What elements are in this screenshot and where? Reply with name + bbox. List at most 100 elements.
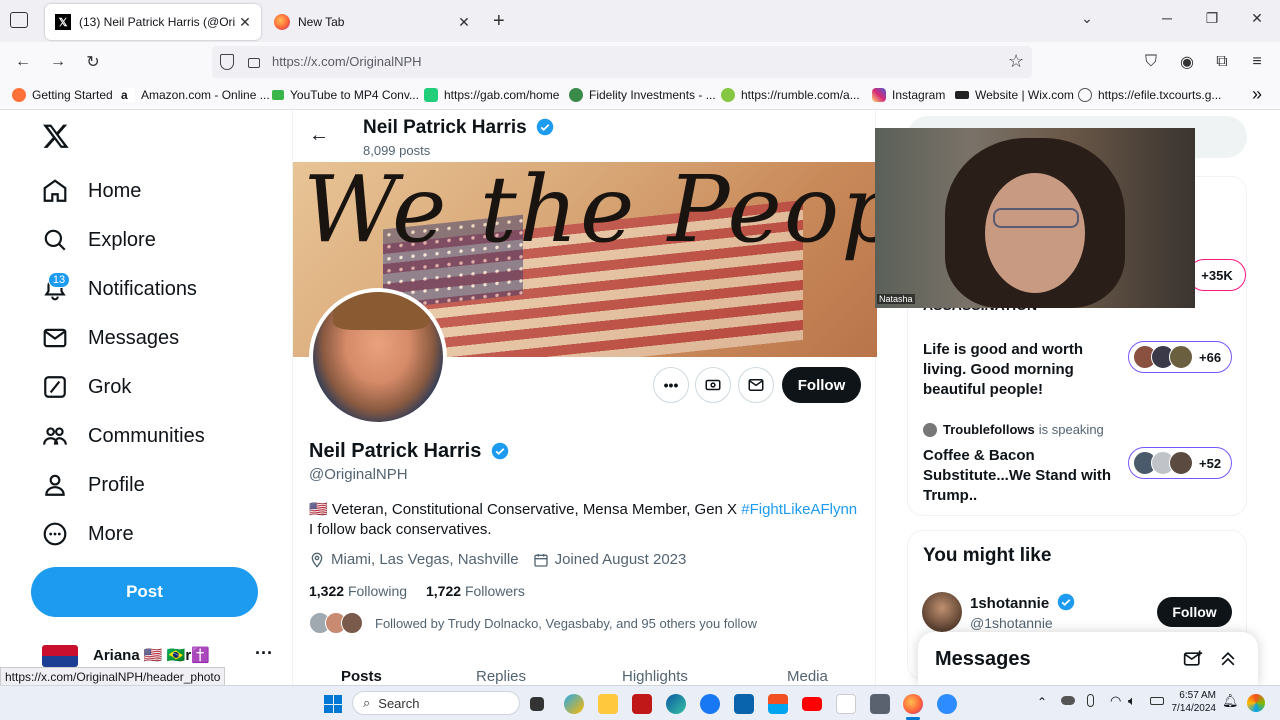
bookmark-item[interactable]: Getting Started — [12, 88, 113, 102]
tray-volume-icon[interactable]: 🔈︎ — [1128, 693, 1136, 709]
following-link[interactable]: 1,322 Following — [309, 583, 407, 599]
space-listeners-pill[interactable]: +52 — [1128, 447, 1232, 479]
facebook-icon[interactable] — [700, 694, 720, 714]
message-button[interactable] — [738, 367, 774, 403]
location-pin-icon — [311, 552, 323, 568]
tab-media[interactable]: Media — [787, 668, 828, 685]
zoom-icon[interactable] — [937, 694, 957, 714]
tray-clock[interactable]: 6:57 AM 7/14/2024 — [1170, 689, 1217, 715]
address-bar[interactable]: https://x.com/OriginalNPH ☆ — [212, 46, 1032, 78]
space-title[interactable]: Coffee & Bacon Substitute...We Stand wit… — [923, 446, 1118, 506]
followed-by-row[interactable]: Followed by Trudy Dolnacko, Vegasbaby, a… — [309, 612, 757, 634]
menu-hamburger-icon[interactable]: ≡ — [1247, 52, 1267, 72]
sidebar-item-messages[interactable]: Messages — [42, 323, 179, 353]
sidebar-item-profile[interactable]: Profile — [42, 470, 145, 500]
x-logo-icon[interactable] — [42, 122, 70, 155]
bookmark-star-icon[interactable]: ☆ — [1008, 51, 1024, 72]
tab-posts[interactable]: Posts — [341, 668, 382, 685]
profile-avatar[interactable] — [309, 288, 447, 426]
sidebar-item-explore[interactable]: Explore — [42, 225, 156, 255]
bookmark-item[interactable]: https://efile.txcourts.g... — [1078, 88, 1221, 102]
sidebar-item-grok[interactable]: Grok — [42, 372, 131, 402]
bookmark-item[interactable]: https://rumble.com/a... — [721, 88, 860, 102]
file-explorer-icon[interactable] — [598, 694, 618, 714]
taskview-icon[interactable] — [530, 697, 544, 711]
expand-chevrons-icon[interactable] — [1218, 649, 1238, 669]
more-options-button[interactable]: ••• — [653, 367, 689, 403]
lock-icon[interactable] — [248, 58, 260, 68]
bookmark-item[interactable]: https://gab.com/home — [424, 88, 559, 102]
follow-button[interactable]: Follow — [782, 367, 861, 403]
new-tab-plus-icon[interactable]: + — [493, 10, 505, 33]
tray-onedrive-icon[interactable] — [1061, 696, 1075, 705]
mcafee-icon[interactable] — [632, 694, 652, 714]
close-tab-icon[interactable]: ✕ — [454, 14, 474, 31]
bookmark-item[interactable]: Website | Wix.com — [955, 88, 1074, 102]
account-switcher[interactable]: Ariana 🇺🇸 🇧🇷r✝️ ··· — [40, 643, 280, 669]
tray-battery-icon[interactable] — [1150, 697, 1164, 705]
tab-highlights[interactable]: Highlights — [622, 668, 688, 685]
back-arrow-icon[interactable]: ← — [309, 124, 329, 147]
tray-mic-icon[interactable] — [1087, 694, 1094, 707]
minimize-window-icon[interactable]: ─ — [1157, 10, 1177, 26]
account-icon[interactable]: ◉ — [1177, 52, 1197, 72]
forward-arrow-icon[interactable]: → — [48, 52, 68, 72]
bookmark-label: Getting Started — [32, 88, 113, 102]
store-icon[interactable] — [768, 694, 788, 714]
tab-replies[interactable]: Replies — [476, 668, 526, 685]
space-host-status: is speaking — [1038, 422, 1104, 437]
tab-list-icon[interactable] — [10, 12, 28, 28]
sidebar-item-label: Grok — [88, 375, 132, 398]
sidebar-item-communities[interactable]: Communities — [42, 421, 205, 451]
space-listeners-pill[interactable]: +35K — [1188, 259, 1246, 291]
bookmark-item[interactable]: Fidelity Investments - ... — [569, 88, 716, 102]
tray-wifi-icon[interactable]: ◠ — [1110, 693, 1121, 709]
extensions-icon[interactable]: ⧉ — [1212, 52, 1232, 72]
bookmark-item[interactable]: a Amazon.com - Online ... — [121, 88, 270, 102]
space-title[interactable]: Life is good and worth living. Good morn… — [923, 340, 1113, 400]
windows-start-icon[interactable] — [324, 695, 342, 713]
header-profile-name: Neil Patrick Harris — [363, 117, 554, 139]
space-listeners-pill[interactable]: +66 — [1128, 341, 1232, 373]
taskbar-search-box[interactable]: ⌕ Search — [352, 691, 520, 715]
suggest-avatar[interactable] — [922, 592, 962, 632]
firefox-icon[interactable] — [903, 694, 923, 714]
new-message-icon[interactable] — [1183, 649, 1203, 669]
restore-window-icon[interactable]: ❐ — [1202, 10, 1222, 27]
subscribe-button[interactable] — [695, 367, 731, 403]
amazon-icon[interactable] — [836, 694, 856, 714]
bio-hashtag-link[interactable]: #FightLikeAFlynn — [741, 501, 857, 518]
widget-colorful-icon[interactable] — [1247, 694, 1265, 712]
tray-chevron-icon[interactable]: ⌃ — [1037, 695, 1047, 709]
camera-icon[interactable] — [870, 694, 890, 714]
pocket-icon[interactable]: ⛉ — [1141, 52, 1161, 72]
followers-label: Followers — [464, 583, 525, 599]
profile-handle: @OriginalNPH — [309, 466, 408, 483]
suggest-follow-button[interactable]: Follow — [1157, 597, 1232, 627]
sidebar-item-home[interactable]: Home — [42, 176, 141, 206]
outlook-icon[interactable] — [734, 694, 754, 714]
tab-overflow-chevron-icon[interactable]: ⌄ — [1077, 10, 1097, 27]
bookmark-item[interactable]: Instagram — [872, 88, 945, 102]
close-window-icon[interactable]: ✕ — [1247, 10, 1267, 27]
post-button[interactable]: Post — [31, 567, 258, 617]
close-tab-icon[interactable]: ✕ — [235, 14, 255, 31]
bookmark-item[interactable]: YouTube to MP4 Conv... — [272, 88, 419, 102]
youtube-icon[interactable] — [802, 697, 822, 711]
tab-x-profile[interactable]: 𝕏 (13) Neil Patrick Harris (@OriginalNPH… — [45, 4, 261, 40]
sidebar-item-more[interactable]: More — [42, 519, 134, 549]
tab-new-tab[interactable]: New Tab ✕ — [264, 4, 480, 40]
back-arrow-icon[interactable]: ← — [13, 52, 33, 72]
notification-bell-icon[interactable]: 🔔︎ — [1222, 693, 1239, 709]
shield-icon[interactable] — [220, 54, 234, 70]
fidelity-icon — [569, 88, 583, 102]
bookmarks-overflow-icon[interactable]: » — [1252, 84, 1262, 105]
reload-icon[interactable]: ↻ — [83, 52, 103, 72]
edge-icon[interactable] — [666, 694, 686, 714]
messages-drawer[interactable]: Messages — [918, 632, 1258, 685]
copilot-icon[interactable] — [564, 694, 584, 714]
suggest-name[interactable]: 1shotannie — [970, 593, 1075, 612]
account-more-icon[interactable]: ··· — [255, 643, 273, 664]
followers-link[interactable]: 1,722 Followers — [426, 583, 525, 599]
followed-by-text: Followed by Trudy Dolnacko, Vegasbaby, a… — [375, 615, 758, 631]
